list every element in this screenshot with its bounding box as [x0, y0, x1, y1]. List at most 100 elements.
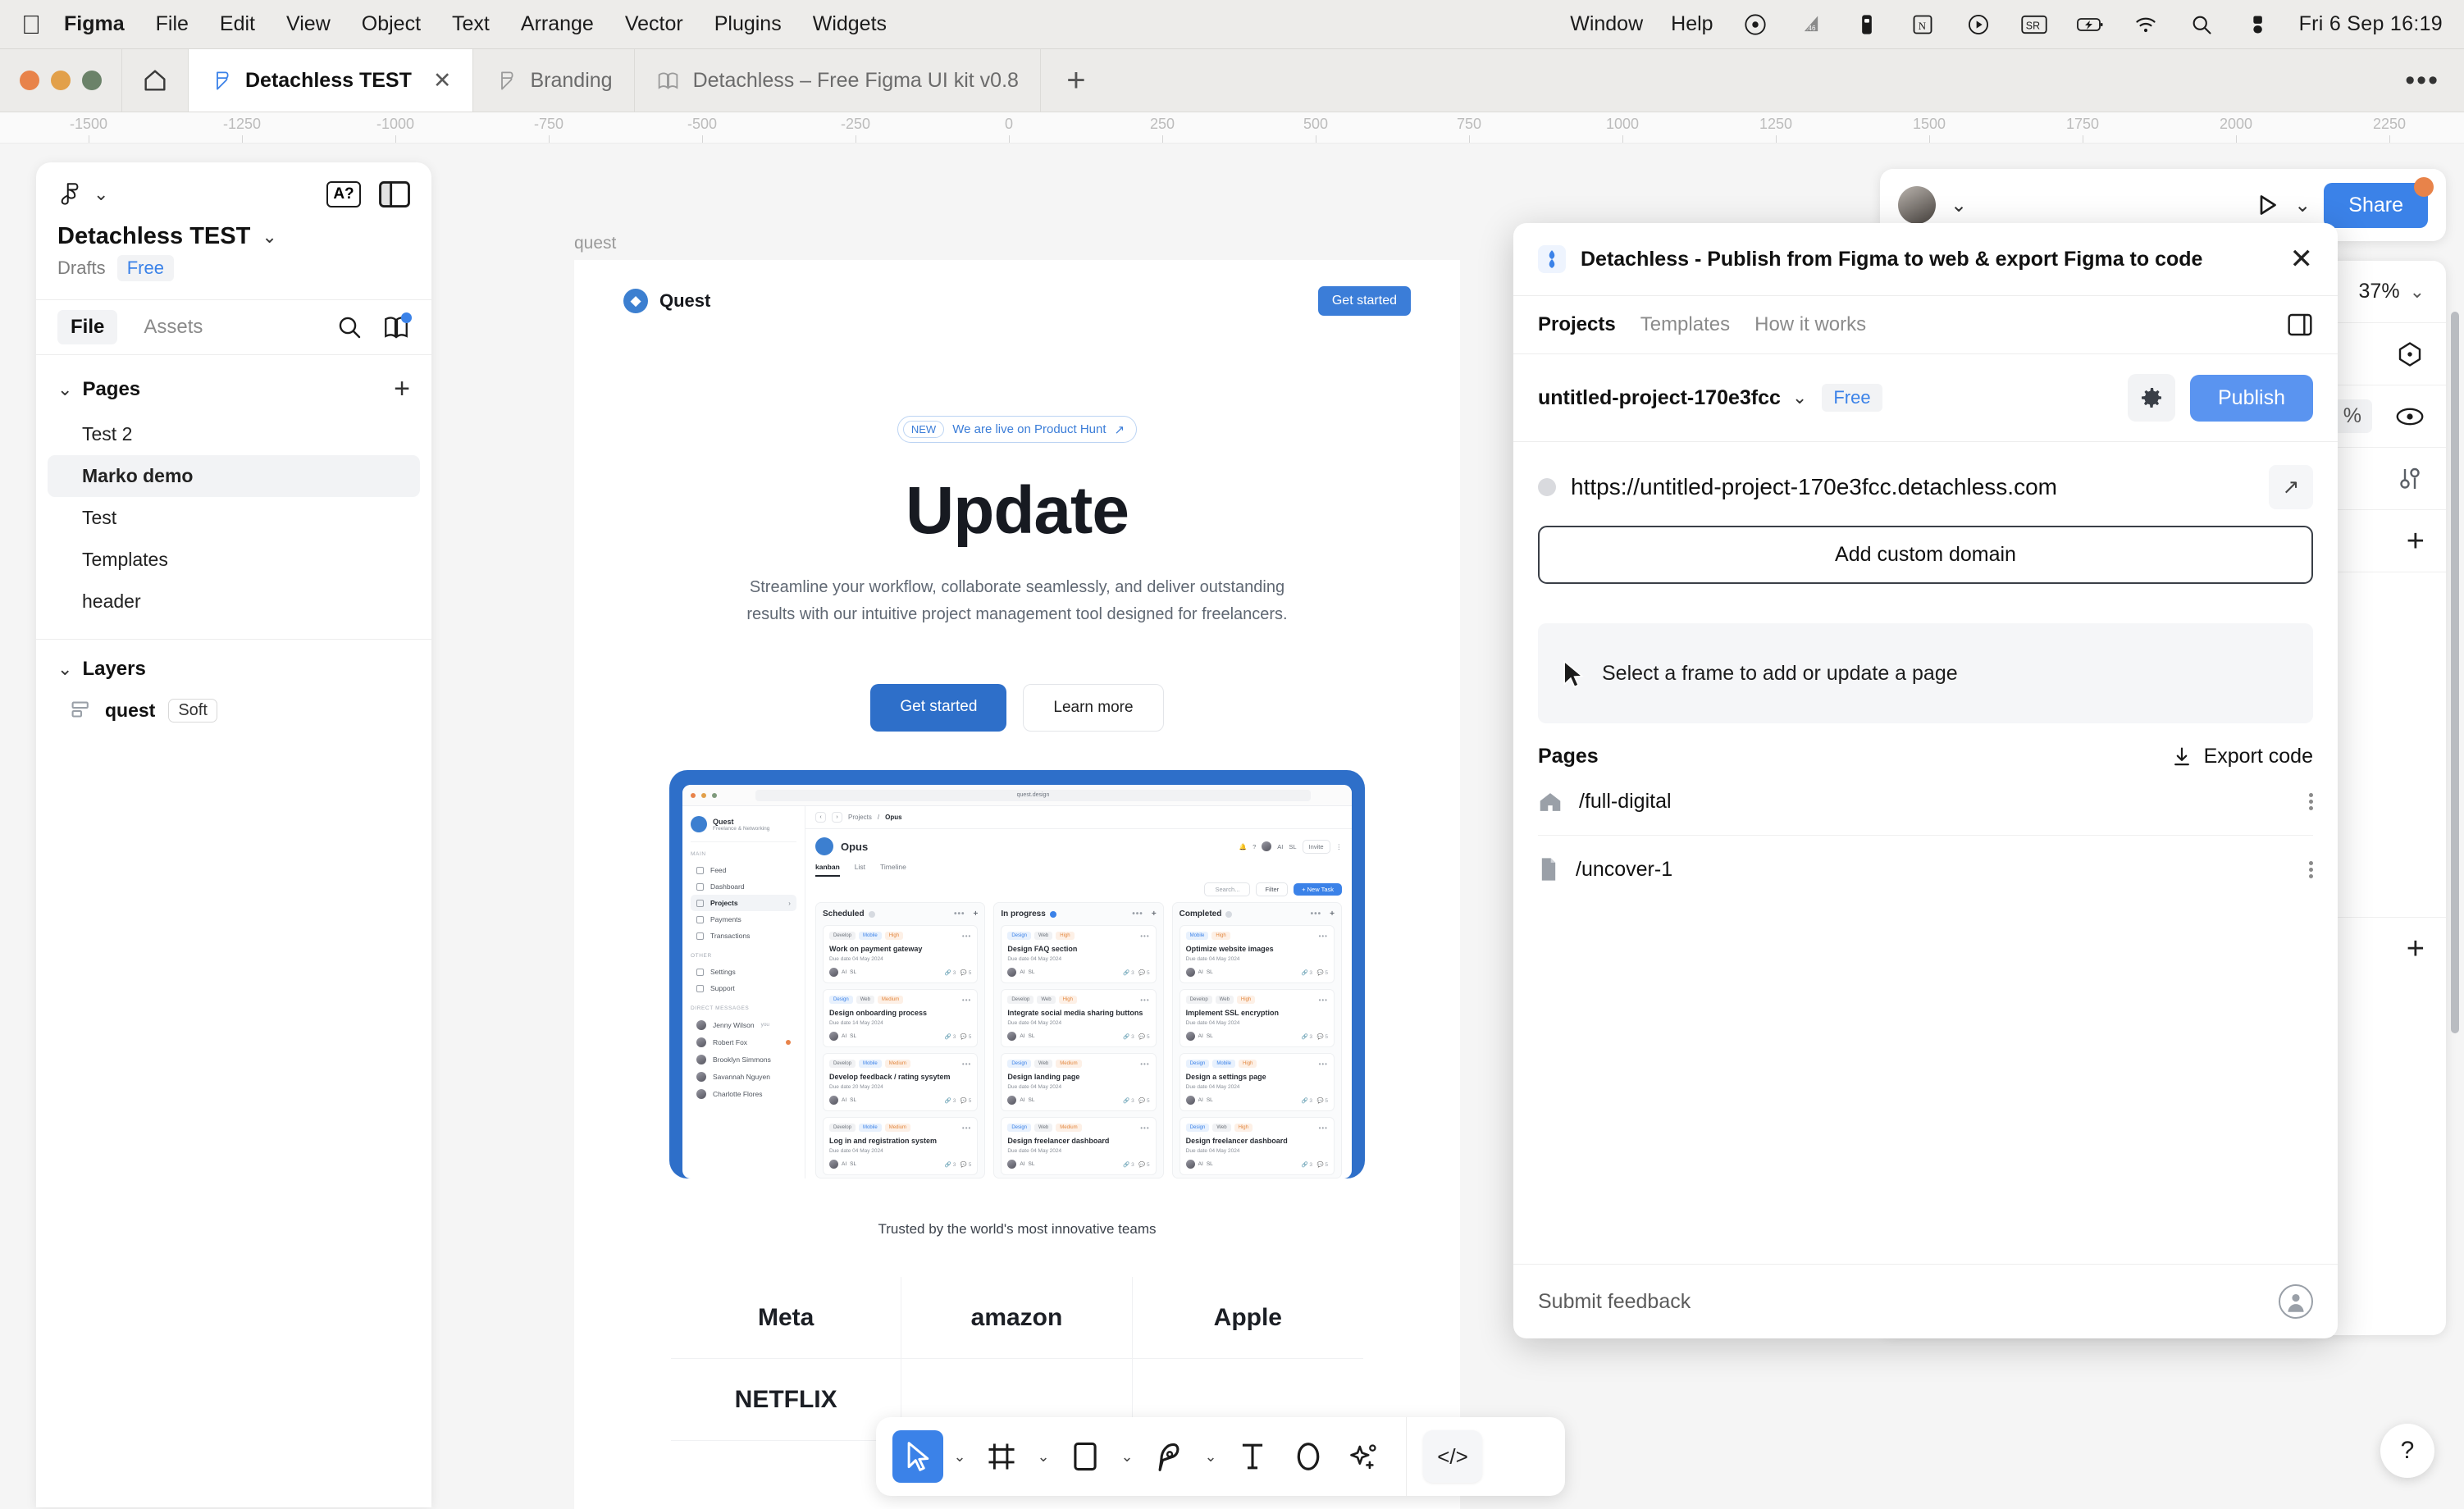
- kanban-card[interactable]: Design Web Medium ••• Design onboarding proc…: [823, 989, 979, 1047]
- menu-item-arrange[interactable]: Arrange: [521, 12, 594, 36]
- wifi-icon[interactable]: [2132, 11, 2160, 39]
- plus-icon[interactable]: +: [2407, 526, 2425, 557]
- file-location-label[interactable]: Drafts: [57, 258, 106, 279]
- card-menu-icon[interactable]: •••: [1140, 996, 1149, 1004]
- apple-logo-icon[interactable]: : [21, 11, 41, 38]
- sidebar-item-header[interactable]: header: [48, 581, 420, 622]
- page-row-uncover-1[interactable]: /uncover-1: [1538, 836, 2313, 903]
- chevron-down-icon[interactable]: ⌄: [57, 659, 72, 680]
- a-question-icon[interactable]: A?: [326, 181, 361, 207]
- kanban-card[interactable]: Develop Mobile Medium ••• Develop feedback /…: [823, 1053, 979, 1111]
- menu-item-text[interactable]: Text: [452, 12, 490, 36]
- library-book-icon[interactable]: [382, 312, 412, 340]
- tab-projects[interactable]: Projects: [1538, 313, 1616, 336]
- dm-item[interactable]: Brooklyn Simmons: [691, 1051, 796, 1068]
- help-icon[interactable]: ?: [1253, 843, 1256, 850]
- hero-get-started-button[interactable]: Get started: [870, 684, 1007, 732]
- plus-icon[interactable]: +: [2407, 933, 2425, 964]
- mockup-nav-transactions[interactable]: Transactions: [691, 928, 796, 944]
- gear-icon[interactable]: [2128, 374, 2175, 422]
- sidebar-item-test-2[interactable]: Test 2: [48, 413, 420, 455]
- record-icon[interactable]: [1741, 11, 1769, 39]
- card-menu-icon[interactable]: •••: [1140, 1060, 1149, 1068]
- pages-section-header[interactable]: ⌄ Pages +: [36, 355, 431, 413]
- page-row-full-digital[interactable]: /full-digital: [1538, 768, 2313, 836]
- menu-item-edit[interactable]: Edit: [220, 12, 255, 36]
- sr-icon[interactable]: SR: [2020, 11, 2048, 39]
- plan-badge[interactable]: Free: [116, 255, 174, 281]
- maximize-window-button[interactable]: [82, 71, 102, 90]
- product-hunt-badge[interactable]: NEW We are live on Product Hunt ↗: [897, 416, 1138, 443]
- bitwarden-icon[interactable]: [1853, 11, 1881, 39]
- kanban-card[interactable]: Design Web Medium ••• Design landing page Due…: [1001, 1053, 1157, 1111]
- cleanshot-icon[interactable]: .46: [1797, 11, 1825, 39]
- mockup-filter-button[interactable]: Filter: [1256, 882, 1289, 896]
- home-icon[interactable]: [121, 49, 189, 112]
- mockup-nav-projects[interactable]: Projects ›: [691, 895, 796, 911]
- dev-mode-toggle[interactable]: </>: [1423, 1430, 1482, 1483]
- chevron-down-icon[interactable]: ⌄: [57, 379, 72, 400]
- plan-badge[interactable]: Free: [1822, 384, 1882, 412]
- layers-section-header[interactable]: ⌄ Layers: [36, 640, 431, 689]
- share-button[interactable]: Share: [2324, 176, 2434, 228]
- kanban-card[interactable]: Design Web High ••• Design FAQ section Due da…: [1001, 925, 1157, 983]
- open-external-icon[interactable]: ↗: [2269, 465, 2313, 509]
- mockup-nav-feed[interactable]: Feed: [691, 862, 796, 878]
- add-custom-domain-button[interactable]: Add custom domain: [1538, 526, 2313, 584]
- column-menu-icon[interactable]: •••: [1132, 910, 1143, 919]
- menu-item-help[interactable]: Help: [1671, 12, 1713, 36]
- mockup-nav-settings[interactable]: Settings: [691, 964, 796, 980]
- mockup-nav-dashboard[interactable]: Dashboard: [691, 878, 796, 895]
- chevron-down-icon[interactable]: ⌄: [948, 1448, 971, 1466]
- dm-item[interactable]: Jenny Wilson you: [691, 1016, 796, 1033]
- kanban-card[interactable]: Mobile High ••• Optimize website images Due …: [1179, 925, 1335, 983]
- frame-tool[interactable]: [976, 1430, 1027, 1483]
- add-card-icon[interactable]: +: [1330, 910, 1335, 919]
- component-icon[interactable]: [2395, 340, 2425, 369]
- layout-panel-icon[interactable]: [379, 181, 410, 207]
- help-button[interactable]: ?: [2380, 1424, 2434, 1478]
- eye-icon[interactable]: [2395, 404, 2425, 429]
- kanban-card[interactable]: Design Web Medium ••• Design freelancer dash…: [1001, 1117, 1157, 1175]
- kanban-card[interactable]: Develop Mobile Medium ••• Log in and registr…: [823, 1117, 979, 1175]
- view-tab-timeline[interactable]: Timeline: [880, 863, 906, 877]
- chevron-down-icon[interactable]: ⌄: [1951, 194, 1967, 217]
- card-menu-icon[interactable]: •••: [1140, 1124, 1149, 1132]
- column-menu-icon[interactable]: •••: [1311, 910, 1322, 919]
- chevron-down-icon[interactable]: ⌄: [2294, 194, 2311, 217]
- kanban-card[interactable]: Develop Mobile High ••• Work on payment gate…: [823, 925, 979, 983]
- frame-selection-hint[interactable]: Select a frame to add or update a page: [1538, 623, 2313, 723]
- comment-tool[interactable]: [1283, 1430, 1334, 1483]
- kanban-card[interactable]: Develop Web High ••• Implement SSL encryptio…: [1179, 989, 1335, 1047]
- mockup-new-task-button[interactable]: + New Task: [1294, 883, 1342, 896]
- export-code-button[interactable]: Export code: [2171, 745, 2313, 768]
- minimize-window-button[interactable]: [51, 71, 71, 90]
- zoom-control[interactable]: 37% ⌄: [2359, 280, 2425, 303]
- layer-row-quest[interactable]: quest Soft: [36, 689, 431, 732]
- nav-get-started-button[interactable]: Get started: [1317, 286, 1411, 316]
- chevron-down-icon[interactable]: ⌄: [1199, 1448, 1222, 1466]
- mockup-nav-support[interactable]: Support: [691, 980, 796, 996]
- control-center-icon[interactable]: [2243, 11, 2271, 39]
- card-menu-icon[interactable]: •••: [1140, 932, 1149, 940]
- close-window-button[interactable]: [20, 71, 39, 90]
- site-url[interactable]: https://untitled-project-170e3fcc.detach…: [1571, 474, 2057, 500]
- frame-name-label[interactable]: quest: [574, 234, 616, 253]
- chevron-down-icon[interactable]: ⌄: [262, 226, 276, 248]
- kebab-menu-icon[interactable]: [2309, 793, 2313, 810]
- close-icon[interactable]: ✕: [433, 68, 452, 93]
- sidebar-item-templates[interactable]: Templates: [48, 539, 420, 581]
- menu-item-file[interactable]: File: [156, 12, 189, 36]
- add-page-button[interactable]: +: [394, 373, 410, 405]
- menu-item-figma[interactable]: Figma: [64, 12, 125, 36]
- menu-item-view[interactable]: View: [286, 12, 331, 36]
- artboard-quest[interactable]: ◆ Quest Get started NEW We are live on P…: [574, 260, 1460, 1509]
- submit-feedback-link[interactable]: Submit feedback: [1538, 1290, 1691, 1314]
- menu-item-vector[interactable]: Vector: [625, 12, 683, 36]
- view-tab-kanban[interactable]: kanban: [815, 863, 840, 877]
- card-menu-icon[interactable]: •••: [1319, 1060, 1328, 1068]
- close-icon[interactable]: ✕: [2290, 243, 2314, 276]
- figma-main-menu-button[interactable]: ⌄: [57, 180, 108, 208]
- side-panel-icon[interactable]: [2287, 312, 2313, 337]
- tab-branding[interactable]: Branding: [473, 49, 635, 112]
